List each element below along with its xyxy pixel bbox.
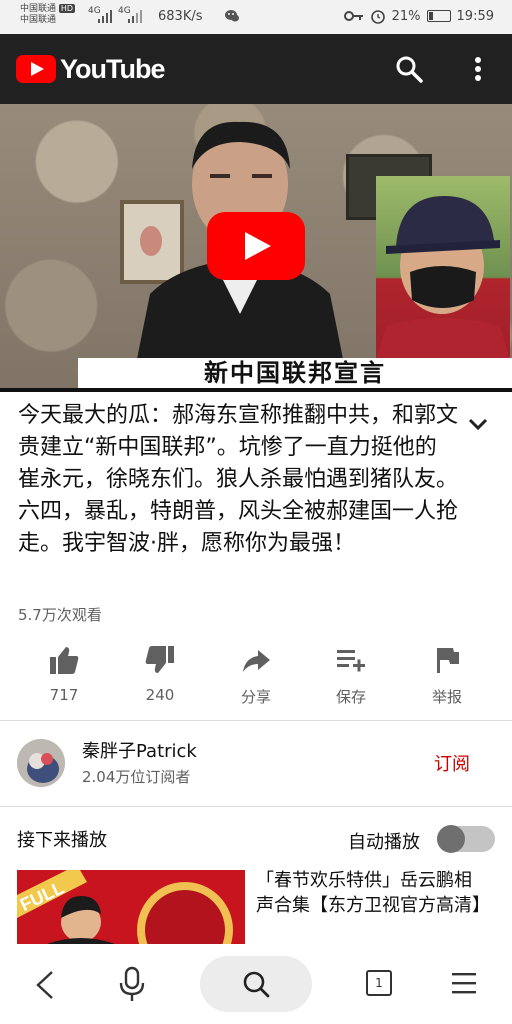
battery-percent: 21% (391, 8, 421, 24)
dislike-count: 240 (145, 686, 175, 704)
flag-icon (437, 648, 459, 673)
share-button[interactable]: 分享 (216, 644, 296, 707)
divider (0, 720, 512, 721)
video-player[interactable]: 新中国联邦宣言 (0, 104, 512, 392)
like-button[interactable]: 717 (24, 644, 104, 704)
search-icon (243, 971, 270, 998)
tabs-icon[interactable]: 1 (366, 970, 392, 996)
chevron-down-icon[interactable] (466, 414, 490, 434)
action-bar: 717 240 分享 保存 举报 (0, 644, 512, 710)
guest-figure (376, 196, 510, 360)
view-count: 5.7万次观看 (18, 606, 102, 624)
wechat-notification-icon (225, 10, 239, 22)
channel-avatar[interactable] (17, 739, 65, 787)
more-vert-icon[interactable] (466, 54, 490, 84)
save-button[interactable]: 保存 (311, 644, 391, 707)
status-right: 21% 19:59 (343, 8, 494, 24)
youtube-play-icon (16, 55, 56, 83)
share-icon (243, 650, 270, 672)
status-bar: 中国联通 HD 中国联通 4G 4G 683K/s 21% 19:59 (0, 0, 512, 34)
signal-icon-2 (128, 10, 142, 23)
next-video-thumbnail[interactable]: FULL (17, 870, 245, 944)
save-label: 保存 (335, 688, 366, 706)
report-button[interactable]: 举报 (407, 644, 487, 707)
subscribe-button[interactable]: 订阅 (434, 750, 470, 776)
share-label: 分享 (240, 688, 271, 706)
search-pill-button[interactable] (200, 956, 312, 1012)
hd-badge: HD (58, 4, 76, 13)
youtube-logo[interactable]: YouTube (16, 53, 165, 84)
mic-icon[interactable] (118, 966, 146, 1002)
carrier-2: 中国联通 (20, 15, 57, 25)
key-icon (343, 11, 363, 21)
menu-icon[interactable] (452, 972, 476, 994)
dislike-button[interactable]: 240 (120, 644, 200, 704)
like-count: 717 (49, 686, 79, 704)
video-progress-track[interactable] (0, 388, 512, 392)
next-video-title[interactable]: 「春节欢乐特供」岳云鹏相声合集【东方卫视官方高清】 (256, 868, 490, 918)
autoplay-toggle[interactable] (437, 825, 495, 853)
app-bar: YouTube (0, 34, 512, 104)
guest-inset-video (376, 176, 510, 360)
report-label: 举报 (431, 688, 462, 706)
up-next-heading: 接下来播放 (17, 830, 107, 851)
channel-name[interactable]: 秦胖子Patrick (82, 737, 197, 763)
clock: 19:59 (456, 8, 494, 24)
play-button-icon[interactable] (207, 212, 305, 280)
signal-icon (98, 10, 112, 23)
subscriber-count: 2.04万位订阅者 (82, 768, 191, 786)
back-icon[interactable] (32, 970, 58, 1000)
carrier-labels: 中国联通 HD 中国联通 (20, 3, 76, 26)
playlist-add-icon (337, 650, 365, 672)
battery-icon (426, 10, 451, 22)
video-caption: 新中国联邦宣言 (78, 358, 512, 388)
avatar-image (17, 739, 65, 787)
alarm-icon (370, 10, 385, 24)
thumb-down-icon (145, 646, 174, 673)
autoplay-label: 自动播放 (348, 832, 420, 853)
divider (0, 806, 512, 807)
carrier-1: 中国联通 (20, 4, 57, 14)
search-icon[interactable] (394, 54, 424, 84)
video-title: 今天最大的瓜：郝海东宣称推翻中共，和郭文贵建立“新中国联邦”。坑惨了一直力挺他的… (18, 403, 459, 556)
network-speed: 683K/s (158, 9, 203, 24)
thumb-up-icon (50, 647, 79, 674)
brand-wordmark: YouTube (60, 53, 165, 84)
toggle-knob (437, 825, 465, 853)
browser-nav-bar: 1 (0, 944, 512, 1024)
thumbnail-image: FULL (17, 870, 245, 944)
